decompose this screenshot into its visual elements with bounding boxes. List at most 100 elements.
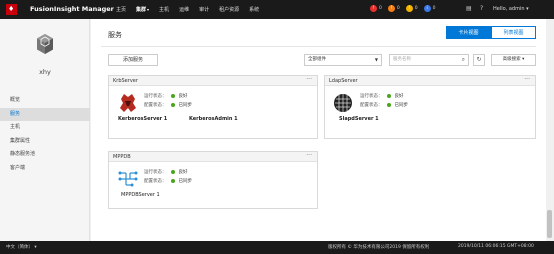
refresh-icon: ↻ [476,56,482,63]
nav-item-audit[interactable]: 审计 [199,6,209,13]
nav-item-home[interactable]: 主页 [116,6,126,13]
config-status: 配置状态： 已同步 [360,102,408,108]
search-placeholder: 服务名称 [393,57,411,62]
nav-item-system[interactable]: 系统 [249,6,259,13]
huawei-logo-icon: ♦ [6,4,17,15]
language-selector[interactable]: 中文（简体） ▾ [6,244,37,250]
service-card-header: LdapServer ··· [325,76,535,86]
service-card-mppdb[interactable]: MPPDB ··· 运行状态： 良好 配置状态： 已同步 MPPDBServer… [108,151,318,209]
ldapserver-logo-icon [334,94,352,112]
status-synced-icon [170,103,175,107]
scrollbar-track[interactable] [546,19,554,241]
service-card-header: KrbServer ··· [109,76,317,86]
sidebar-menu: 概览 服务 主机 集群属性 静态服务池 客户端 [0,94,90,175]
tab-list-view[interactable]: 列表视图 [491,26,536,39]
copyright-text: 版权所有 © 华为技术有限公司2019 保留所有权利 [328,245,430,250]
critical-alert-count: 0 [379,6,382,11]
status-good-icon [170,94,175,98]
cluster-cube-icon [37,34,53,54]
more-options-icon[interactable]: ··· [524,75,530,85]
server-datetime: 2019/10/11 06:06:15 GMT+08:00 [458,244,534,249]
sidebar-item-overview[interactable]: 概览 [0,94,90,108]
main-nav: 主页 集群 主机 运维 审计 租户资源 系统 [116,6,259,13]
warning-alert-icon: i [423,5,431,12]
major-alert-count: 0 [396,6,400,11]
config-status-label: 配置状态： [360,103,383,108]
running-status-label: 运行状态： [144,94,167,99]
status-good-icon [386,94,391,98]
nav-item-om[interactable]: 运维 [179,6,189,13]
minor-alert[interactable]: ! 0 [405,5,418,12]
critical-alert-icon: ! [370,5,377,12]
config-status: 配置状态： 已同步 [144,102,192,108]
tab-card-view[interactable]: 卡片视图 [446,26,491,39]
help-icon[interactable]: ? [480,5,483,12]
component-filter-select[interactable]: 全部组件 ▼ [304,54,382,66]
warning-alert[interactable]: i 0 [423,5,436,12]
service-name: LdapServer [329,78,358,84]
warning-alert-count: 0 [432,6,436,11]
page-title: 服务 [108,31,122,39]
config-status-value: 已同步 [178,103,193,108]
config-status-value: 已同步 [178,179,193,184]
add-service-button[interactable]: 添加服务 [108,54,158,66]
service-card-ldapserver[interactable]: LdapServer ··· 运行状态： 良好 配置状态： 已同步 SlapdS… [324,75,536,139]
mppdb-logo-icon [118,171,138,187]
sidebar-item-static-service-pool[interactable]: 静态服务池 [0,148,90,162]
service-card-header: MPPDB ··· [109,152,317,162]
config-status-label: 配置状态： [144,179,167,184]
main-content: 服务 卡片视图 列表视图 添加服务 全部组件 ▼ 服务名称 ⌕ ↻ 高级搜索 ▾… [91,19,546,241]
krbserver-logo-icon [120,94,136,112]
sidebar: xhy 概览 服务 主机 集群属性 静态服务池 客户端 [0,19,90,241]
cluster-name: xhy [39,68,51,76]
config-status-value: 已同步 [394,103,409,108]
role-instance[interactable]: MPPDBServer 1 [121,192,160,198]
status-synced-icon [386,103,391,107]
search-icon[interactable]: ⌕ [462,55,465,65]
role-instance[interactable]: KerberosServer 1 [118,116,167,122]
service-name: MPPDB [113,154,131,160]
running-status-value: 良好 [178,170,188,175]
refresh-button[interactable]: ↻ [473,54,485,66]
running-status-label: 运行状态： [144,170,167,175]
service-search-input[interactable]: 服务名称 ⌕ [389,54,469,66]
sidebar-item-cluster-properties[interactable]: 集群属性 [0,135,90,149]
config-status-label: 配置状态： [144,103,167,108]
status-synced-icon [170,179,175,183]
task-list-icon[interactable]: ▤ [466,5,472,12]
more-options-icon[interactable]: ··· [306,151,312,161]
chevron-down-icon: ▼ [374,57,378,62]
divider [101,46,536,47]
sidebar-item-services[interactable]: 服务 [0,107,90,121]
running-status: 运行状态： 良好 [144,169,188,175]
top-bar: ♦ FusionInsight Manager 主页 集群 主机 运维 审计 租… [0,0,554,19]
nav-item-tenant[interactable]: 租户资源 [219,6,239,13]
role-instance[interactable]: SlapdServer 1 [339,116,379,122]
service-card-krbserver[interactable]: KrbServer ··· 运行状态： 良好 配置状态： 已同步 Kerbero… [108,75,318,139]
critical-alert[interactable]: ! 0 [370,5,382,12]
major-alert[interactable]: ! 0 [387,5,400,12]
running-status-value: 良好 [178,94,188,99]
advanced-search-button[interactable]: 高级搜索 ▾ [491,54,536,66]
minor-alert-count: 0 [414,6,418,11]
user-menu[interactable]: Hello, admin ▾ [493,6,529,12]
config-status: 配置状态： 已同步 [144,178,192,184]
view-tabs: 卡片视图 列表视图 [446,26,536,39]
scrollbar-thumb[interactable] [547,210,552,238]
footer: 中文（简体） ▾ 版权所有 © 华为技术有限公司2019 保留所有权利 2019… [0,241,554,254]
app-title: FusionInsight Manager [30,5,114,13]
minor-alert-icon: ! [405,5,413,12]
status-good-icon [170,170,175,174]
alert-summary: ! 0 ! 0 ! 0 i 0 [370,5,436,12]
running-status: 运行状态： 良好 [360,93,404,99]
running-status-value: 良好 [394,94,404,99]
sidebar-item-client[interactable]: 客户端 [0,162,90,176]
more-options-icon[interactable]: ··· [306,75,312,85]
major-alert-icon: ! [387,5,395,12]
role-instance[interactable]: KerberosAdmin 1 [189,116,238,122]
sidebar-item-hosts[interactable]: 主机 [0,121,90,135]
running-status: 运行状态： 良好 [144,93,188,99]
nav-item-hosts[interactable]: 主机 [159,6,169,13]
nav-item-cluster[interactable]: 集群 [136,6,149,13]
service-name: KrbServer [113,78,138,84]
